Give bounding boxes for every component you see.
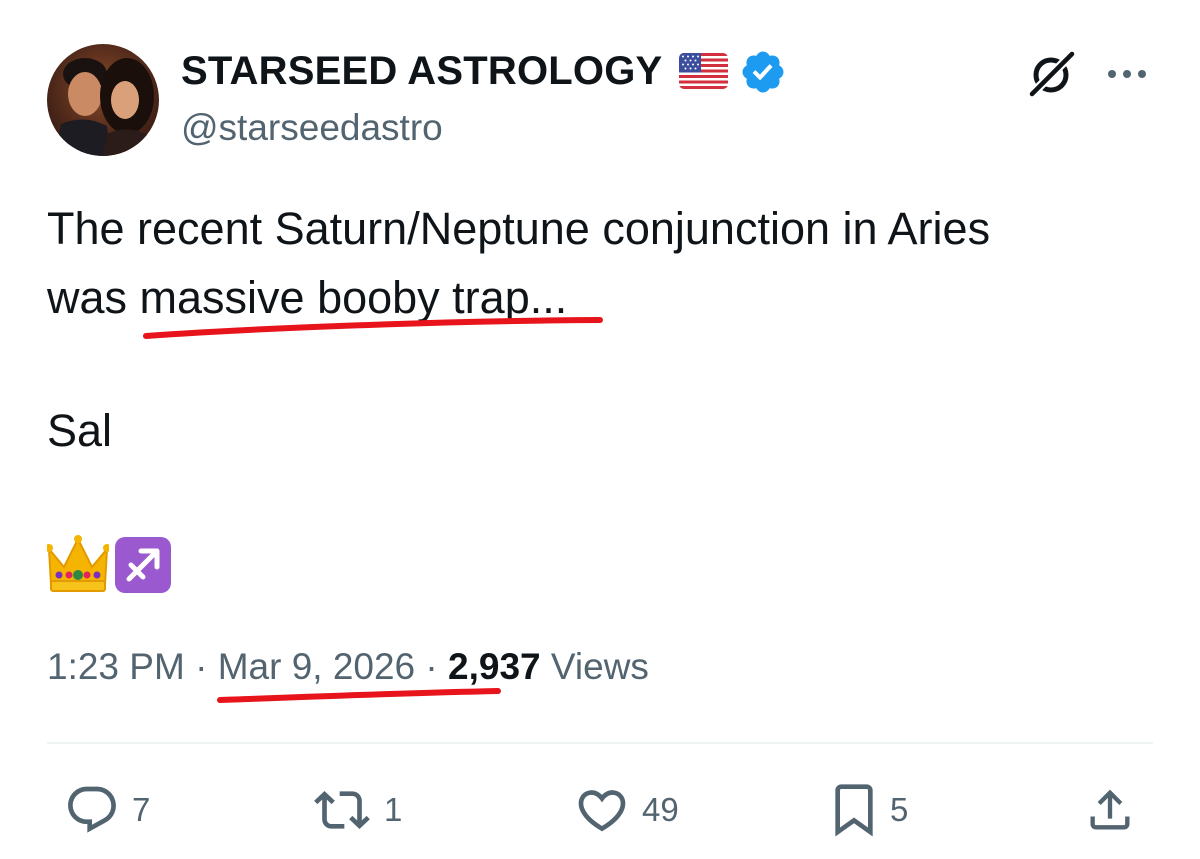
crown-icon <box>47 535 109 592</box>
divider <box>47 742 1153 744</box>
post-time[interactable]: 1:23 PM <box>47 646 185 687</box>
views-count[interactable]: 2,937 <box>448 646 541 687</box>
reply-button[interactable]: 7 <box>64 782 150 838</box>
bookmark-count: 5 <box>890 791 909 828</box>
meta-separator: · <box>425 646 438 687</box>
heart-icon <box>578 790 626 832</box>
us-flag-icon <box>679 53 728 89</box>
reply-icon <box>68 786 116 833</box>
post-meta: 1:23 PM · Mar 9, 2026 · 2,937 Views <box>47 643 649 691</box>
repost-icon <box>314 791 370 829</box>
tweet-text-highlight: massive booby trap... <box>139 272 568 323</box>
meta-separator: · <box>195 646 208 687</box>
like-button[interactable]: 49 <box>574 782 679 838</box>
avatar[interactable] <box>47 44 159 156</box>
post-date[interactable]: Mar 9, 2026 <box>218 646 415 687</box>
tweet-text-line: Sal <box>47 405 113 456</box>
bookmark-icon <box>835 784 873 837</box>
views-label: Views <box>550 646 649 687</box>
tweet-text-line: was massive booby trap... <box>47 270 567 326</box>
sagittarius-icon <box>115 537 171 593</box>
display-name[interactable]: STARSEED ASTROLOGY <box>181 48 662 94</box>
share-icon <box>1090 789 1130 830</box>
reply-count: 7 <box>132 791 151 828</box>
verified-badge-icon[interactable] <box>739 48 787 96</box>
bookmark-button[interactable]: 5 <box>830 782 908 838</box>
grok-icon[interactable] <box>1024 46 1080 102</box>
repost-button[interactable]: 1 <box>312 782 402 838</box>
tweet-text-fragment: was <box>47 272 140 323</box>
repost-count: 1 <box>384 791 403 828</box>
tweet-text-line: The recent Saturn/Neptune conjunction in… <box>47 203 991 254</box>
share-button[interactable] <box>1084 782 1136 838</box>
more-icon[interactable] <box>1103 62 1151 86</box>
author-handle[interactable]: @starseedastro <box>181 106 443 150</box>
like-count: 49 <box>642 791 679 828</box>
